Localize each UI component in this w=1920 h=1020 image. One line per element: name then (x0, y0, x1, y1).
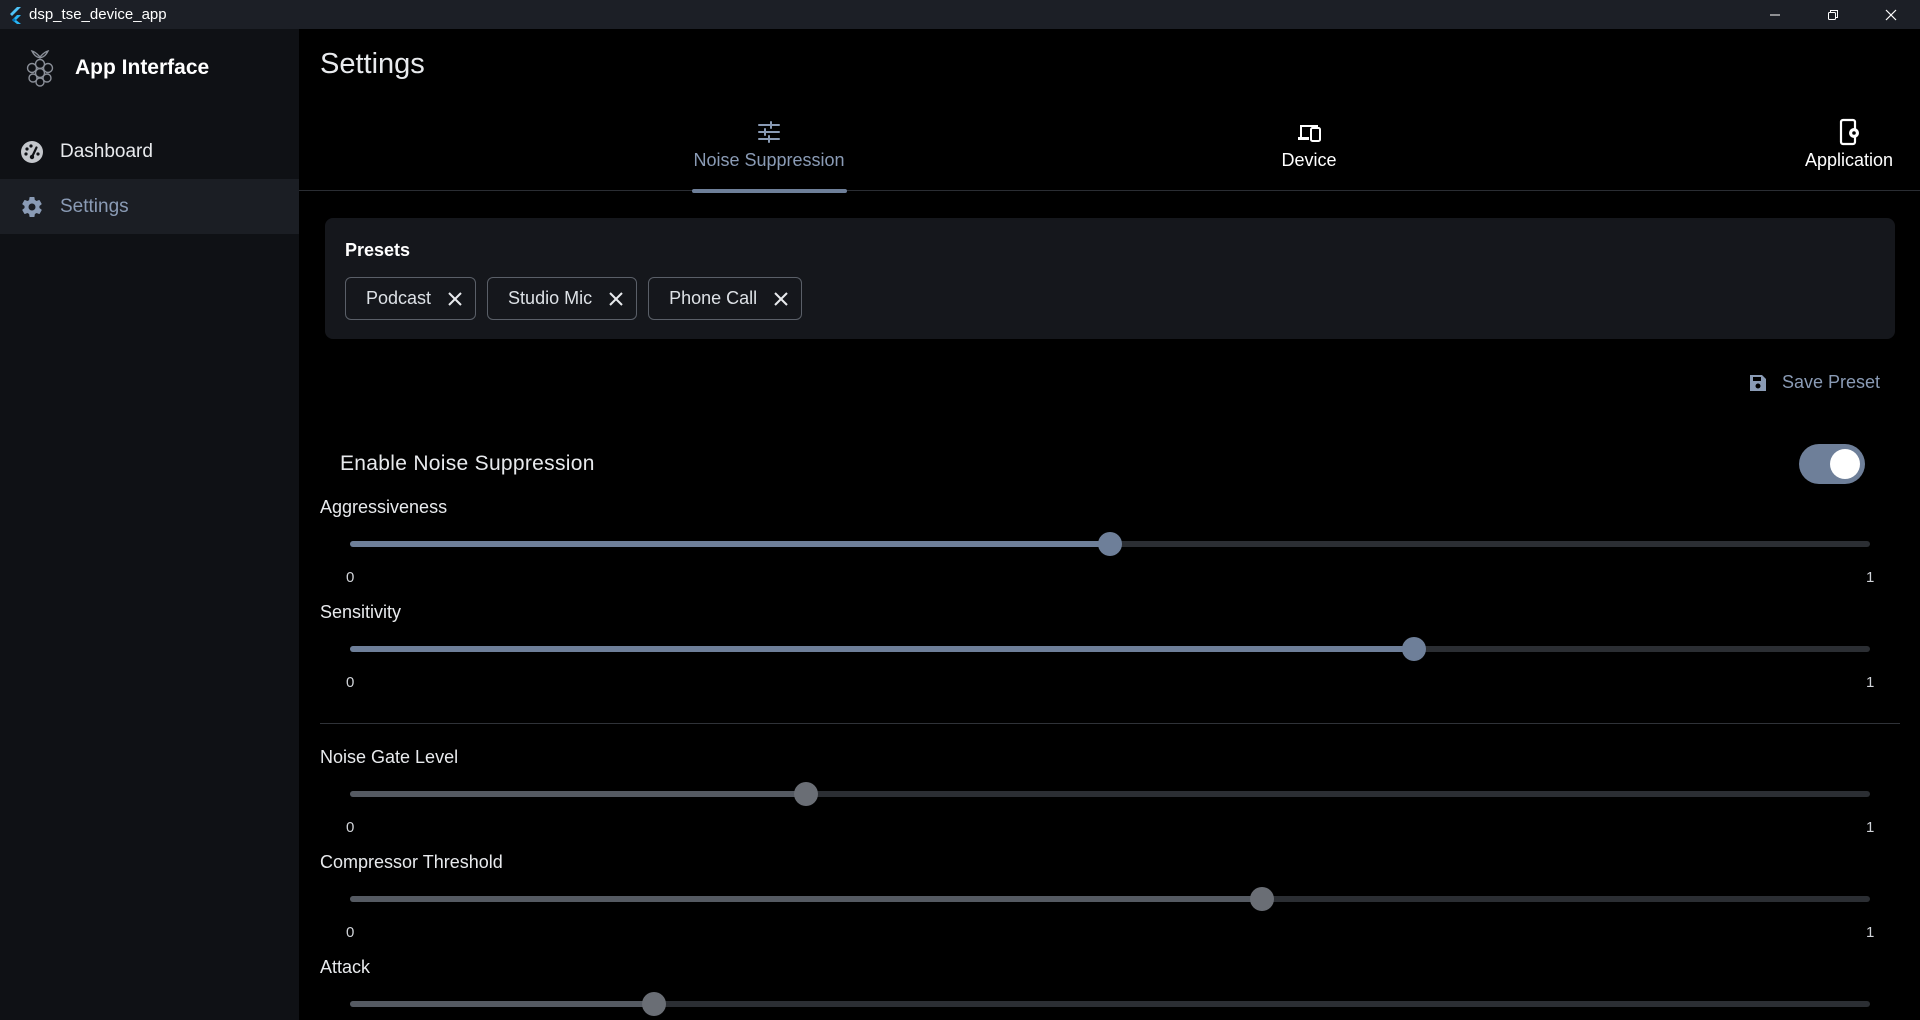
toggle-knob (1830, 449, 1860, 479)
devices-icon (1298, 125, 1321, 142)
slider-max-label: 1 (1866, 674, 1875, 691)
presets-title: Presets (345, 240, 411, 260)
gear-icon (22, 196, 42, 217)
slider-fill (350, 541, 1110, 547)
slider-min-label: 0 (346, 819, 355, 836)
slider-thumb[interactable] (1098, 532, 1122, 556)
noise-gate-slider-group: Noise Gate Level 0 1 (320, 747, 1900, 847)
restore-icon (1828, 9, 1838, 20)
sensitivity-slider-group: Sensitivity 0 1 (320, 602, 1900, 702)
preset-chip-label: Studio Mic (508, 288, 593, 308)
noise-gate-level-slider[interactable] (350, 782, 1870, 806)
raspberry-logo-icon (26, 49, 54, 87)
title-bar: dsp_tse_device_app (0, 0, 1920, 29)
tab-application[interactable]: Application (1749, 108, 1920, 191)
minimize-button[interactable] (1746, 0, 1804, 29)
slider-label: Noise Gate Level (320, 747, 459, 767)
app-settings-icon (1839, 118, 1859, 146)
preset-chip-label: Podcast (366, 288, 432, 308)
preset-chip[interactable]: Phone Call (648, 277, 803, 320)
slider-fill (350, 791, 806, 797)
window-controls (1746, 0, 1920, 29)
restore-button[interactable] (1804, 0, 1862, 29)
preset-chip[interactable]: Studio Mic (487, 277, 638, 320)
slider-thumb[interactable] (794, 782, 818, 806)
tab-label: Application (1804, 150, 1894, 170)
aggressiveness-slider-group: Aggressiveness 0 1 (320, 497, 1900, 597)
slider-label: Compressor Threshold (320, 852, 503, 872)
slider-fill (350, 1001, 654, 1007)
presets-card: Presets Podcast Studio Mic Phone Call (325, 218, 1895, 339)
slider-fill (350, 646, 1414, 652)
tab-label: Noise Suppression (693, 150, 845, 170)
slider-min-label: 0 (346, 569, 355, 586)
section-divider (320, 723, 1900, 724)
brand: App Interface (22, 48, 209, 88)
attack-slider-group: Attack (320, 957, 1900, 1020)
enable-noise-suppression-toggle[interactable] (1799, 444, 1865, 484)
window-title: dsp_tse_device_app (29, 6, 167, 23)
compressor-threshold-slider[interactable] (350, 887, 1870, 911)
close-icon (1885, 9, 1897, 20)
sidebar-item-dashboard[interactable]: Dashboard (0, 124, 299, 179)
slider-min-label: 0 (346, 674, 355, 691)
tab-selected-indicator (692, 189, 847, 193)
close-icon[interactable] (608, 291, 624, 307)
preset-chip-label: Phone Call (669, 288, 758, 308)
tune-icon (758, 121, 780, 143)
slider-min-label: 0 (346, 924, 355, 941)
tab-bar: Noise Suppression Device Application (299, 108, 1920, 193)
close-window-button[interactable] (1862, 0, 1920, 29)
page-title: Settings (320, 48, 425, 80)
compressor-threshold-slider-group: Compressor Threshold 0 1 (320, 852, 1900, 952)
preset-chip[interactable]: Podcast (345, 277, 477, 320)
tab-label: Device (1281, 150, 1337, 170)
close-icon[interactable] (447, 291, 463, 307)
save-preset-label: Save Preset (1782, 372, 1881, 392)
preset-chips: Podcast Studio Mic Phone Call (345, 277, 803, 320)
sidebar: App Interface Dashboard Settings (0, 29, 299, 1020)
sidebar-item-settings[interactable]: Settings (0, 179, 299, 234)
flutter-icon (10, 6, 21, 24)
brand-name: App Interface (75, 56, 210, 79)
slider-label: Attack (320, 957, 371, 977)
save-preset-button[interactable]: Save Preset (1748, 372, 1880, 393)
aggressiveness-slider[interactable] (350, 532, 1870, 556)
sidebar-item-label: Settings (60, 195, 129, 217)
dashboard-icon (21, 140, 43, 163)
close-icon[interactable] (773, 291, 789, 307)
minimize-icon (1770, 14, 1780, 15)
save-icon (1750, 374, 1766, 391)
enable-noise-suppression-label: Enable Noise Suppression (340, 452, 595, 475)
slider-label: Aggressiveness (320, 497, 448, 517)
sidebar-item-label: Dashboard (60, 140, 153, 162)
tab-noise-suppression[interactable]: Noise Suppression (669, 108, 869, 193)
attack-slider[interactable] (350, 992, 1870, 1016)
sensitivity-slider[interactable] (350, 637, 1870, 661)
tab-device[interactable]: Device (1209, 108, 1409, 191)
slider-max-label: 1 (1866, 569, 1875, 586)
slider-thumb[interactable] (642, 992, 666, 1016)
slider-max-label: 1 (1866, 924, 1875, 941)
slider-thumb[interactable] (1402, 637, 1426, 661)
slider-fill (350, 896, 1262, 902)
slider-label: Sensitivity (320, 602, 402, 622)
slider-max-label: 1 (1866, 819, 1875, 836)
slider-thumb[interactable] (1250, 887, 1274, 911)
